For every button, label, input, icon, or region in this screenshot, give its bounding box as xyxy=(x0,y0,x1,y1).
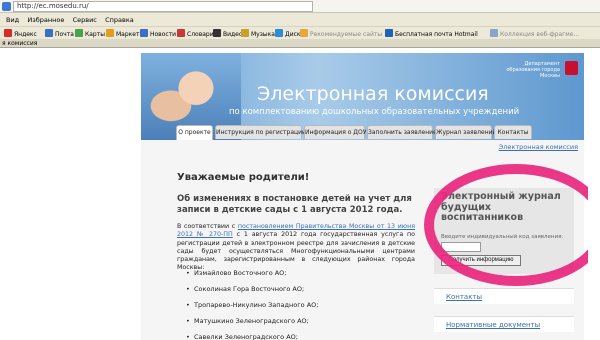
menu-favorites[interactable]: Избранное xyxy=(27,14,64,26)
maps-icon xyxy=(75,29,83,37)
list-item: Тропарево-Никулино Западного АО; xyxy=(186,297,318,313)
yandex-icon xyxy=(4,29,12,37)
bookmark-hotmail[interactable]: Бесплатная почта Hotmail xyxy=(385,29,478,39)
dictionary-icon xyxy=(177,29,185,37)
menu-view[interactable]: Вид xyxy=(6,14,19,26)
bookmark-label: Новости xyxy=(150,31,177,38)
site-subtitle: по комплектованию дошкольных образовател… xyxy=(229,107,520,117)
normative-docs-link[interactable]: Нормативные документы xyxy=(434,316,574,332)
district-list: Измайлово Восточного АО; Соколиная Гора … xyxy=(186,265,318,340)
tab-application-log[interactable]: Журнал заявлений xyxy=(435,125,496,139)
tab-about[interactable]: О проекте xyxy=(176,125,213,140)
bookmark-dictionaries[interactable]: Словари xyxy=(177,29,214,39)
page: Департамент образования города Москвы Эл… xyxy=(0,48,600,340)
bookmark-music[interactable]: Музыка xyxy=(241,29,275,39)
suggested-sites-icon xyxy=(300,29,308,37)
bookmark-disk[interactable]: Диск xyxy=(275,29,301,39)
bookmark-mail[interactable]: Почта xyxy=(45,29,74,39)
bookmark-video[interactable]: Видео xyxy=(213,29,243,39)
bookmark-label: Диск xyxy=(285,31,301,38)
menu-tools[interactable]: Сервис xyxy=(73,14,97,26)
bookmark-label: Маркет xyxy=(116,31,140,38)
bookmark-news[interactable]: Новости xyxy=(140,29,176,39)
page-right-margin xyxy=(588,48,600,340)
bookmark-label: Словари xyxy=(187,31,214,38)
bookmark-suggested-sites[interactable]: Рекомендуемые сайты xyxy=(300,29,382,39)
bookmark-label: Яндекс xyxy=(14,31,37,38)
department-label: Департамент образования города Москвы xyxy=(506,61,560,79)
highlight-circle-annotation xyxy=(424,164,600,286)
browser-tab-title[interactable]: я комиссия xyxy=(2,39,37,48)
music-icon xyxy=(241,29,249,37)
hotmail-icon xyxy=(385,29,393,37)
tab-registration-guide[interactable]: Инструкция по регистрации xyxy=(215,125,306,139)
menu-help[interactable]: Справка xyxy=(105,14,134,26)
bookmark-label: Почта xyxy=(55,31,74,38)
list-item: Матушкино Зеленоградского АО; xyxy=(186,313,318,329)
list-item: Соколиная Гора Восточного АО; xyxy=(186,281,318,297)
mail-icon xyxy=(45,29,53,37)
tab-fill-application[interactable]: Заполнить заявление xyxy=(367,125,437,139)
bookmark-maps[interactable]: Карты xyxy=(75,29,105,39)
list-item: Савелки Зеленоградского АО; xyxy=(186,329,318,340)
welcome-heading: Уважаемые родители! xyxy=(177,172,310,183)
bookmark-label: Музыка xyxy=(251,31,275,38)
contacts-link[interactable]: Контакты xyxy=(434,288,574,304)
site-title: Электронная комиссия xyxy=(257,83,489,105)
address-bar: http://ec.mosedu.ru/ xyxy=(0,0,600,13)
bookmark-label: Видео xyxy=(223,31,243,38)
web-slice-icon xyxy=(490,29,498,37)
browser-tab-strip: я комиссия xyxy=(0,39,600,48)
address-field[interactable]: http://ec.mosedu.ru/ xyxy=(13,1,313,12)
bookmark-label: Бесплатная почта Hotmail xyxy=(395,31,478,38)
tab-contacts[interactable]: Контакты xyxy=(494,125,532,139)
changes-heading: Об изменениях в постановке детей на учет… xyxy=(177,194,412,215)
breadcrumb[interactable]: Электронная комиссия xyxy=(499,143,578,151)
moscow-emblem-icon xyxy=(565,61,578,75)
bookmark-label: Рекомендуемые сайты xyxy=(310,31,383,38)
browser-chrome: http://ec.mosedu.ru/ Вид Избранное Серви… xyxy=(0,0,600,48)
video-icon xyxy=(213,29,221,37)
para-prefix: В соответствии с xyxy=(177,223,238,230)
market-icon xyxy=(106,29,114,37)
disk-icon xyxy=(275,29,283,37)
bookmark-yandex[interactable]: Яндекс xyxy=(4,29,37,39)
bookmark-market[interactable]: Маркет xyxy=(106,29,139,39)
bookmark-web-slices[interactable]: Коллекция веб-фрагме... xyxy=(490,29,579,39)
menu-bar: Вид Избранное Сервис Справка xyxy=(0,14,600,26)
bookmarks-bar: Яндекс Почта Карты Маркет Новости Словар… xyxy=(0,26,600,39)
bookmark-label: Карты xyxy=(85,31,105,38)
bookmark-label: Коллекция веб-фрагме... xyxy=(500,31,580,38)
news-icon xyxy=(140,29,148,37)
page-icon xyxy=(2,2,11,11)
tab-dou-info[interactable]: Информация о ДОУ xyxy=(304,125,366,139)
page-left-margin xyxy=(0,48,140,340)
list-item: Измайлово Восточного АО; xyxy=(186,265,318,281)
